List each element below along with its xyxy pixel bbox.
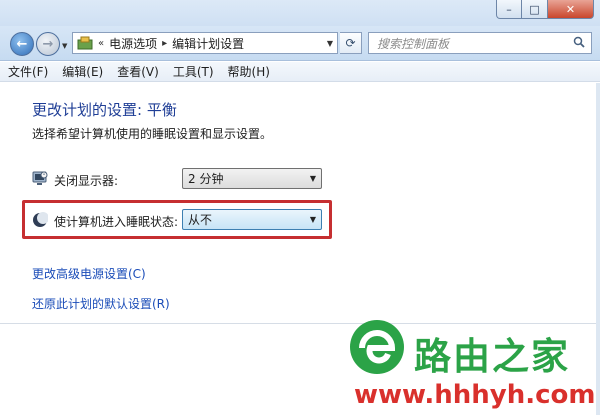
forward-arrow-icon: → — [42, 36, 54, 52]
breadcrumb-power-options[interactable]: 电源选项 — [109, 35, 157, 52]
menu-help[interactable]: 帮助(H) — [228, 63, 270, 80]
control-panel-icon — [77, 36, 93, 50]
search-box[interactable]: 搜索控制面板 — [368, 32, 592, 54]
divider — [0, 323, 600, 324]
close-button[interactable]: ✕ — [548, 0, 594, 19]
window-title-bar: – □ ✕ — [0, 0, 600, 26]
sleep-select[interactable]: 从不 ▼ — [182, 209, 322, 230]
page-title: 更改计划的设置: 平衡 — [32, 101, 177, 119]
breadcrumb-edit-plan[interactable]: 编辑计划设置 — [172, 35, 244, 52]
breadcrumb-overflow[interactable]: « — [98, 38, 104, 49]
watermark-url: www.hhhyh.com — [354, 380, 596, 410]
menu-file[interactable]: 文件(F) — [8, 63, 48, 80]
watermark-title: 路由之家 — [414, 335, 570, 378]
display-off-value: 2 分钟 — [188, 172, 224, 186]
refresh-button[interactable]: ⟳ — [340, 32, 362, 54]
back-arrow-icon: ← — [16, 36, 28, 52]
address-dropdown[interactable]: ▼ — [323, 33, 337, 53]
sleep-label: 使计算机进入睡眠状态: — [54, 215, 179, 229]
page-description: 选择希望计算机使用的睡眠设置和显示设置。 — [32, 127, 273, 141]
maximize-button[interactable]: □ — [522, 0, 548, 19]
monitor-icon — [32, 170, 48, 186]
search-input[interactable]: 搜索控制面板 — [377, 35, 449, 52]
sleep-value: 从不 — [188, 213, 213, 227]
breadcrumb-separator-icon[interactable]: ▸ — [162, 38, 167, 49]
refresh-icon: ⟳ — [345, 36, 356, 50]
menu-tools[interactable]: 工具(T) — [173, 63, 214, 80]
restore-defaults-link[interactable]: 还原此计划的默认设置(R) — [32, 295, 170, 312]
maximize-icon: □ — [529, 2, 540, 16]
watermark-logo — [348, 318, 406, 376]
minimize-button[interactable]: – — [496, 0, 522, 19]
chevron-down-icon: ▼ — [309, 174, 316, 183]
search-icon[interactable] — [573, 36, 585, 51]
close-icon: ✕ — [565, 2, 576, 16]
chevron-down-icon: ▼ — [309, 215, 316, 224]
window-buttons: – □ ✕ — [496, 0, 594, 19]
moon-sleep-icon — [32, 212, 49, 228]
advanced-settings-link[interactable]: 更改高级电源设置(C) — [32, 265, 146, 282]
address-bar[interactable]: « 电源选项 ▸ 编辑计划设置 ▼ — [72, 32, 338, 54]
forward-button[interactable]: → — [36, 32, 60, 56]
recent-pages-dropdown[interactable]: ▼ — [62, 42, 67, 50]
display-off-label: 关闭显示器: — [54, 174, 119, 188]
back-button[interactable]: ← — [10, 32, 34, 56]
window-edge — [596, 83, 600, 415]
menu-bar: 文件(F) 编辑(E) 查看(V) 工具(T) 帮助(H) — [0, 62, 600, 82]
menu-view[interactable]: 查看(V) — [117, 63, 159, 80]
display-off-select[interactable]: 2 分钟 ▼ — [182, 168, 322, 189]
minimize-icon: – — [506, 2, 512, 16]
menu-edit[interactable]: 编辑(E) — [62, 63, 103, 80]
